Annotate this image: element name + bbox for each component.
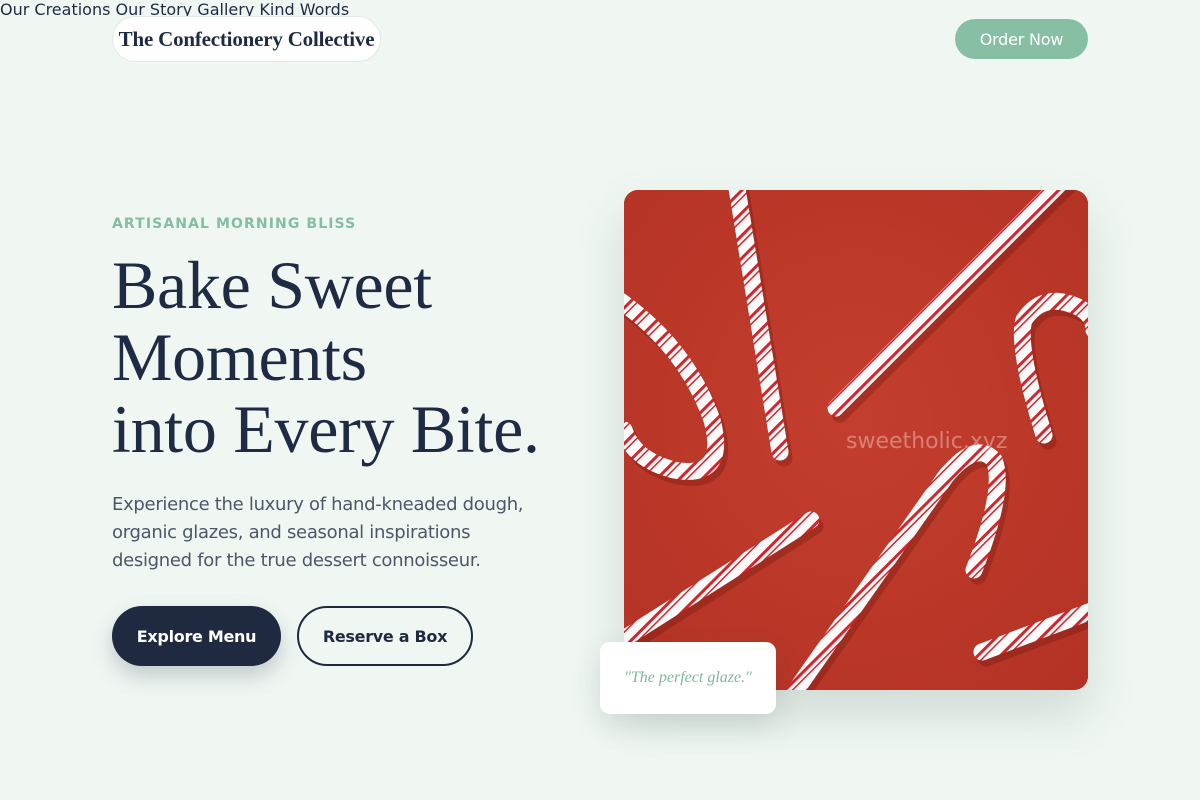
headline-line-3: into Every Bite. [112,391,540,467]
hero-eyebrow: ARTISANAL MORNING BLISS [112,216,357,232]
testimonial-quote-card: "The perfect glaze." [600,642,776,714]
order-now-button[interactable]: Order Now [955,19,1088,59]
headline-line-1: Bake Sweet [112,247,432,323]
hero-image-candy-canes: sweetholic.xyz [624,190,1088,690]
landing-page: The Confectionery Collective Our Creatio… [0,0,1200,800]
headline-line-2: Moments [112,319,367,395]
image-watermark: sweetholic.xyz [846,429,1007,454]
hero-headline: Bake Sweet Moments into Every Bite. [112,249,592,465]
testimonial-quote: "The perfect glaze." [624,669,752,686]
hero-description: Experience the luxury of hand-kneaded do… [112,494,524,571]
reserve-box-button[interactable]: Reserve a Box [297,606,473,666]
explore-menu-button[interactable]: Explore Menu [112,606,281,666]
brand-logo[interactable]: The Confectionery Collective [112,16,381,62]
nav-link-our-creations[interactable]: Our Creations [0,0,110,19]
